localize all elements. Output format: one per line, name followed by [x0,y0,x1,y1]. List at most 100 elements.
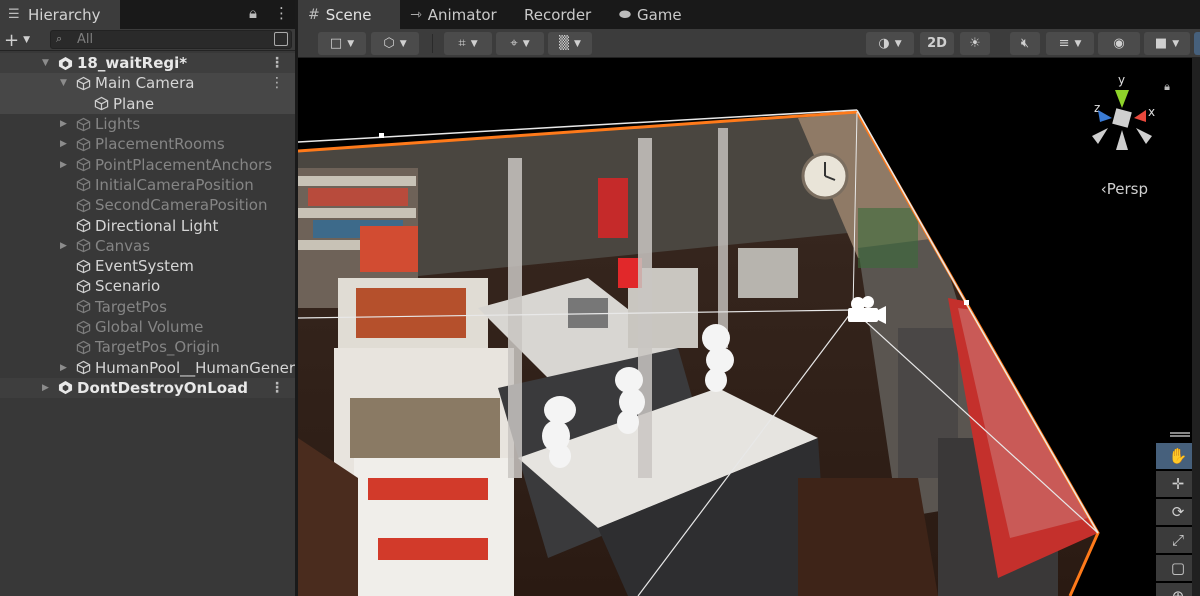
audio-toggle[interactable]: 🔇︎ [1010,32,1040,55]
lightbulb-icon: ☀ [969,36,981,51]
gameobject-icon [76,360,91,375]
gizmo-axis-y-label: y [1118,73,1125,87]
tab-game[interactable]: ⬬ Game [609,0,692,29]
draw-mode-dropdown[interactable]: □ ▼ [318,32,366,55]
snap-dropdown[interactable]: ⌖ ▼ [496,32,544,55]
tab-hierarchy[interactable]: ☰ Hierarchy [0,0,120,29]
hierarchy-row[interactable]: ▶ PointPlacementAnchors [0,154,296,174]
chevron-down-icon: ▼ [399,38,407,49]
snap-icon: ⌖ [510,36,518,51]
scene-viewport[interactable]: y z x 🔒︎ ‹Persp ✋ ✛ ⟳ ⤢ ▢ ⊕ [298,58,1200,596]
hierarchy-row[interactable]: ▼ Main Camera ⋮ [0,73,296,94]
gameobject-icon [76,178,91,192]
hierarchy-row-label: PointPlacementAnchors [95,155,273,174]
scene-panel: # Scene ⇾ Animator Recorder ⬬ Game □ ▼ ⬡ ▼ [298,0,1200,596]
popout-icon[interactable] [274,32,288,46]
gizmo-axis-x-label: x [1148,105,1155,119]
hierarchy-row[interactable]: Global Volume [0,317,296,337]
gameobject-icon [76,279,91,294]
hierarchy-row[interactable]: EventSystem [0,256,296,276]
hierarchy-row-label: Global Volume [95,318,204,336]
gameobject-icon [76,76,91,91]
gameobject-icon [76,299,91,314]
hierarchy-tabbar: ☰ Hierarchy 🔒︎ ⋮ [0,0,296,29]
collapse-arrow-icon[interactable]: ▶ [60,139,67,149]
row-menu-icon[interactable]: ⋮ [270,380,284,396]
lighting-toggle[interactable]: ☀ [960,32,990,55]
lock-icon[interactable]: 🔒︎ [249,4,257,22]
hierarchy-row[interactable]: SecondCameraPosition [0,195,296,215]
mode-2d-toggle[interactable]: 2D [920,32,954,55]
effects-dropdown[interactable]: ≡ ▼ [1046,32,1094,55]
gameobject-icon [94,96,109,111]
hierarchy-search[interactable]: ⌕ [50,30,292,49]
hierarchy-row-label: Scenario [95,277,161,296]
expand-arrow-icon[interactable]: ▼ [42,58,49,68]
expand-arrow-icon[interactable]: ▼ [60,78,67,88]
gizmos-toggle[interactable] [1194,32,1200,55]
axis-x-cone[interactable] [1134,110,1146,122]
hierarchy-row-label: Canvas [95,236,151,255]
hierarchy-row-label: EventSystem [95,257,194,276]
scene-tabbar: # Scene ⇾ Animator Recorder ⬬ Game [298,0,1200,29]
chevron-down-icon: ▼ [23,35,31,45]
hierarchy-row[interactable]: Directional Light [0,215,296,235]
gizmo-center[interactable] [1112,108,1132,128]
lighting-dropdown[interactable]: ◑ ▼ [866,32,914,55]
chevron-down-icon: ▼ [522,38,530,49]
row-menu-icon[interactable]: ⋮ [270,75,284,91]
hierarchy-row[interactable]: ▶ HumanPool__HumanGener [0,357,296,377]
gameobject-icon [76,117,91,131]
tab-animator[interactable]: ⇾ Animator [400,0,507,29]
axis-z-cone[interactable] [1098,110,1112,122]
hierarchy-row[interactable]: ▶ Lights [0,114,296,134]
tab-recorder-label: Recorder [524,5,592,24]
search-input[interactable] [77,32,257,47]
collapse-arrow-icon[interactable]: ▶ [60,241,67,251]
add-object-button[interactable]: + ▼ [4,29,30,51]
layers-icon: ≡ [1058,36,1070,51]
chevron-down-icon: ▼ [574,38,581,49]
camera-settings-dropdown[interactable]: ■ ▼ [1144,32,1190,55]
kebab-menu-icon[interactable]: ⋮ [274,4,289,22]
gameobject-icon [76,320,91,334]
collapse-arrow-icon[interactable]: ▶ [60,363,67,373]
collapse-arrow-icon[interactable]: ▶ [60,160,67,170]
hierarchy-row[interactable]: InitialCameraPosition [0,175,296,195]
viewport-scrollbar[interactable] [1192,58,1200,596]
hierarchy-row[interactable]: Plane [0,93,296,114]
hierarchy-row[interactable]: ▶ Canvas [0,236,296,256]
collapse-arrow-icon[interactable]: ▶ [42,383,49,393]
grid-snap-dropdown[interactable]: ▒ ▼ [548,32,592,55]
scene-visibility-toggle[interactable]: ◉ [1098,32,1140,55]
plus-icon: + [4,29,20,51]
hierarchy-row[interactable]: Scenario [0,276,296,296]
row-menu-icon[interactable]: ⋮ [270,55,284,71]
hierarchy-row-label: Directional Light [95,216,219,235]
tab-recorder[interactable]: Recorder [514,0,601,29]
tab-scene[interactable]: # Scene [298,0,400,29]
hierarchy-scene-row[interactable]: ▶ DontDestroyOnLoad ⋮ [0,377,296,399]
shading-icon: □ [329,36,343,51]
hierarchy-row[interactable]: TargetPos [0,297,296,317]
hierarchy-tree: ▼ 18_waitRegi* ⋮ ▼ Main Camera ⋮ Plane ▶ Lights ▶… [0,53,296,399]
render-mode-dropdown[interactable]: ⬡ ▼ [371,32,419,55]
axis-y-cone[interactable] [1115,90,1129,108]
gizmo-lock-icon[interactable]: 🔒︎ [1164,80,1170,94]
tab-animator-label: Animator [427,5,497,24]
hierarchy-row-label: PlacementRooms [95,135,225,154]
collapse-arrow-icon[interactable]: ▶ [60,119,67,129]
scene-render [298,109,1100,596]
pivot-dropdown[interactable]: ⌗ ▼ [444,32,492,55]
pivot-icon: ⌗ [458,36,466,51]
hierarchy-scene-row[interactable]: ▼ 18_waitRegi* ⋮ [0,53,296,74]
overlay-drag-handle[interactable] [1170,432,1190,437]
scene-toolbar: □ ▼ ⬡ ▼ ⌗ ▼ ⌖ ▼ ▒ ▼ ◑ ▼ 2D ☀ 🔇︎ ≡ ▼ ◉ ■ … [298,29,1200,58]
hierarchy-row[interactable]: ▶ PlacementRooms [0,134,296,154]
hierarchy-row-label: InitialCameraPosition [95,175,254,194]
gameobject-icon [76,218,91,233]
orientation-gizmo[interactable]: y z x [1082,72,1162,172]
projection-toggle[interactable]: ‹Persp [1101,180,1148,198]
hierarchy-row-label: Plane [113,94,155,113]
hierarchy-row[interactable]: TargetPos_Origin [0,337,296,357]
